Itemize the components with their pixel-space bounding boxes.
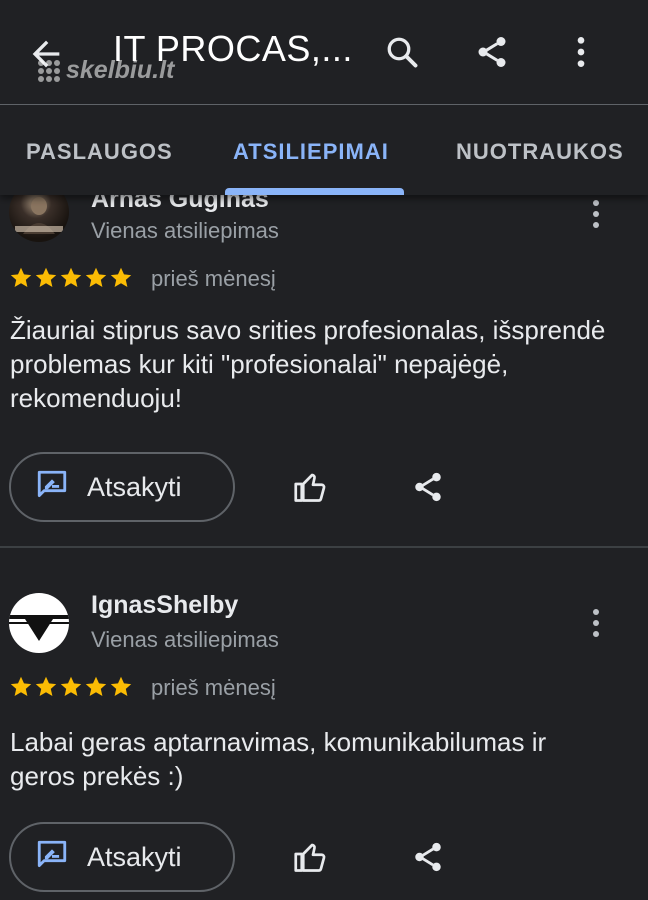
tab-bar: PASLAUGOS ATSILIEPIMAI NUOTRAUKOS bbox=[0, 105, 648, 195]
app-bar: IT PROCAS,... skelbiu.lt bbox=[0, 0, 648, 104]
tab-paslaugos[interactable]: PASLAUGOS bbox=[26, 139, 173, 165]
watermark-logo-icon bbox=[38, 59, 60, 82]
watermark-text: skelbiu.lt bbox=[66, 56, 175, 84]
star-icon bbox=[59, 266, 83, 290]
review-author[interactable]: IgnasShelby bbox=[91, 591, 238, 620]
rating-stars bbox=[9, 266, 133, 290]
review-text: Labai geras aptarnavimas, komunikabiluma… bbox=[10, 727, 547, 791]
star-icon bbox=[34, 266, 58, 290]
star-icon bbox=[109, 675, 133, 699]
reply-button-label: Atsakyti bbox=[87, 841, 182, 872]
review-author-subtitle: Vienas atsiliepimas bbox=[91, 218, 279, 243]
star-icon bbox=[34, 675, 58, 699]
rate-review-icon bbox=[35, 838, 69, 877]
star-icon bbox=[9, 675, 33, 699]
review-time: prieš mėnesį bbox=[151, 266, 276, 291]
star-icon bbox=[59, 675, 83, 699]
review-more-icon[interactable] bbox=[580, 194, 612, 234]
logo-avatar[interactable] bbox=[9, 593, 69, 653]
review-text: Žiauriai stiprus savo srities profesiona… bbox=[10, 315, 606, 413]
app-header: IT PROCAS,... skelbiu.lt PASLAUGOS ATSIL… bbox=[0, 0, 648, 195]
reply-button[interactable]: Atsakyti bbox=[9, 822, 235, 892]
share-icon[interactable] bbox=[472, 32, 512, 72]
star-icon bbox=[109, 266, 133, 290]
share-icon[interactable] bbox=[406, 465, 450, 509]
tab-nuotraukos[interactable]: NUOTRAUKOS bbox=[456, 139, 624, 165]
review-author-subtitle: Vienas atsiliepimas bbox=[91, 627, 279, 652]
more-vert-icon[interactable] bbox=[561, 32, 601, 72]
share-icon[interactable] bbox=[406, 835, 450, 879]
review-more-icon[interactable] bbox=[580, 603, 612, 643]
star-icon bbox=[9, 266, 33, 290]
search-icon[interactable] bbox=[382, 32, 422, 72]
watermark: skelbiu.lt bbox=[38, 56, 174, 85]
tab-atsiliepimai[interactable]: ATSILIEPIMAI bbox=[233, 139, 389, 165]
active-tab-indicator bbox=[225, 188, 404, 195]
star-icon bbox=[84, 675, 108, 699]
reply-button[interactable]: Atsakyti bbox=[9, 452, 235, 522]
thumb-up-icon[interactable] bbox=[288, 835, 332, 879]
reviews-screen: Arnas Guginas Vienas atsiliepimas prieš … bbox=[0, 0, 648, 900]
reply-button-label: Atsakyti bbox=[87, 471, 182, 502]
rating-stars bbox=[9, 675, 133, 699]
rate-review-icon bbox=[35, 468, 69, 507]
thumb-up-icon[interactable] bbox=[288, 465, 332, 509]
review-divider bbox=[0, 546, 648, 548]
review-time: prieš mėnesį bbox=[151, 675, 276, 700]
star-icon bbox=[84, 266, 108, 290]
